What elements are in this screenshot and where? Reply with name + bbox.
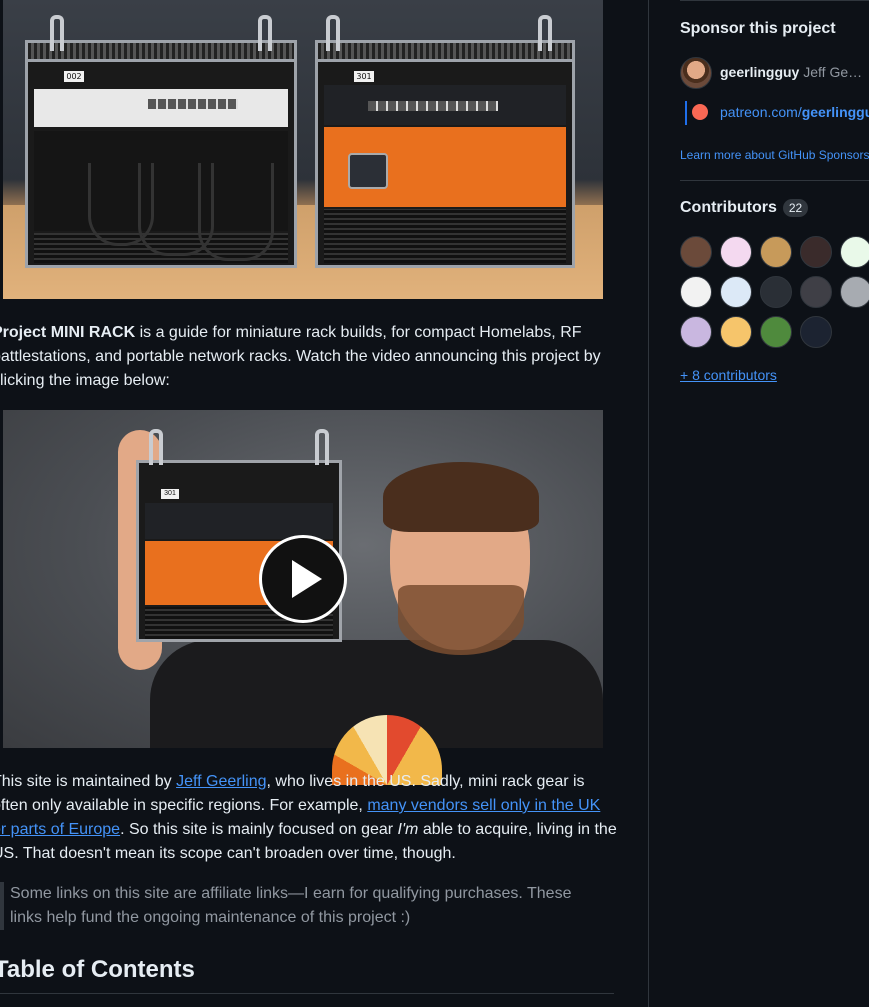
maintainer-text: often only available in specific regions… [0, 797, 368, 814]
sidebar-divider [680, 0, 869, 1]
project-name: Project MINI RACK [0, 324, 136, 341]
rack-handle [149, 429, 163, 465]
rack-bottom-grille [324, 209, 566, 263]
readme-content: 002 301 Project MINI RACK is a guide for… [0, 0, 648, 1007]
contributors-count-badge: 22 [782, 199, 809, 217]
more-contributors-link[interactable]: + 8 contributors [680, 367, 777, 383]
intro-text: clicking the image below: [0, 372, 170, 389]
contributors-title-text: Contributors [680, 199, 777, 217]
mini-rack-photo: 002 301 [3, 0, 603, 299]
rack-handle [326, 15, 340, 51]
patreon-link-prefix: patreon.com/ [720, 104, 802, 120]
rack-label-tag: 301 [161, 489, 179, 499]
sponsor-title: Sponsor this project [680, 20, 836, 37]
affiliate-note: Some links on this site are affiliate li… [0, 882, 620, 930]
rack-switch [145, 503, 333, 539]
rack-top-grille [315, 40, 575, 62]
maintainer-text: . So this site is mainly focused on gear [120, 821, 398, 838]
rack-left: 002 [25, 15, 297, 268]
contributor-avatar[interactable] [760, 316, 792, 348]
toc-heading: Table of Contents [0, 953, 614, 994]
contributor-avatar[interactable] [720, 316, 752, 348]
rack-mini-display [348, 153, 388, 189]
intro-text: is a guide for miniature rack builds, fo… [135, 324, 582, 341]
contributor-avatar[interactable] [800, 236, 832, 268]
rack-label-tag: 301 [354, 71, 374, 82]
sponsor-fullname: Jeff Ge… [803, 64, 863, 80]
switch-ports [368, 101, 498, 111]
emphasis-text: I'm [397, 821, 419, 838]
maintainer-text: able to acquire, living in the [418, 821, 617, 838]
maintainer-paragraph: This site is maintained by Jeff Geerling… [0, 770, 620, 866]
patreon-link[interactable]: patreon.com/geerlinggu [720, 104, 869, 120]
sidebar-divider [680, 180, 869, 181]
repo-sidebar: Sponsor this project geerlingguy Jeff Ge… [648, 0, 869, 1007]
rack-handle [538, 15, 552, 51]
maintainer-text: US. That doesn't mean its scope can't br… [0, 845, 456, 862]
patreon-bar [685, 101, 687, 125]
author-link[interactable]: Jeff Geerling [176, 773, 266, 790]
play-icon[interactable] [259, 535, 347, 623]
affiliate-note-text: links help fund the ongoing maintenance … [10, 909, 411, 926]
intro-paragraph: Project MINI RACK is a guide for miniatu… [0, 321, 620, 393]
contributor-avatar[interactable] [760, 236, 792, 268]
maintainer-text: This site is maintained by [0, 773, 177, 790]
sponsor-user[interactable]: geerlingguy Jeff Ge… [720, 64, 862, 80]
video-person-beard [398, 585, 524, 655]
intro-text: battlestations, and portable network rac… [0, 348, 601, 365]
contributor-avatar[interactable] [720, 276, 752, 308]
vendors-link[interactable]: many vendors sell only in the UK [367, 797, 600, 814]
contributor-avatar[interactable] [840, 236, 869, 268]
learn-more-sponsors-link[interactable]: Learn more about GitHub Sponsors [680, 148, 869, 162]
sponsor-avatar[interactable] [680, 57, 712, 89]
vendors-link[interactable]: or parts of Europe [0, 821, 120, 838]
contributors-title: Contributors 22 [680, 199, 809, 217]
patreon-icon [692, 104, 708, 120]
contributor-avatar[interactable] [840, 276, 869, 308]
contributor-avatar[interactable] [680, 316, 712, 348]
video-person-hair [383, 462, 539, 532]
contributor-avatar[interactable] [800, 316, 832, 348]
contributor-avatar[interactable] [800, 276, 832, 308]
rack-right: 301 [315, 15, 575, 268]
contributor-avatar[interactable] [680, 236, 712, 268]
rack-top-grille [25, 40, 297, 62]
cable [198, 163, 274, 261]
affiliate-note-text: Some links on this site are affiliate li… [10, 885, 572, 902]
switch-ports [148, 99, 238, 109]
rack-handle [50, 15, 64, 51]
contributor-avatar[interactable] [680, 276, 712, 308]
maintainer-text: , who lives in the US. Sadly, mini rack … [266, 773, 585, 790]
contributor-avatar[interactable] [720, 236, 752, 268]
rack-label-tag: 002 [64, 71, 84, 82]
patreon-link-handle: geerlinggu [801, 104, 869, 120]
rack-handle [315, 429, 329, 465]
sponsor-username[interactable]: geerlingguy [720, 64, 799, 80]
rack-handle [258, 15, 272, 51]
contributor-avatar[interactable] [760, 276, 792, 308]
